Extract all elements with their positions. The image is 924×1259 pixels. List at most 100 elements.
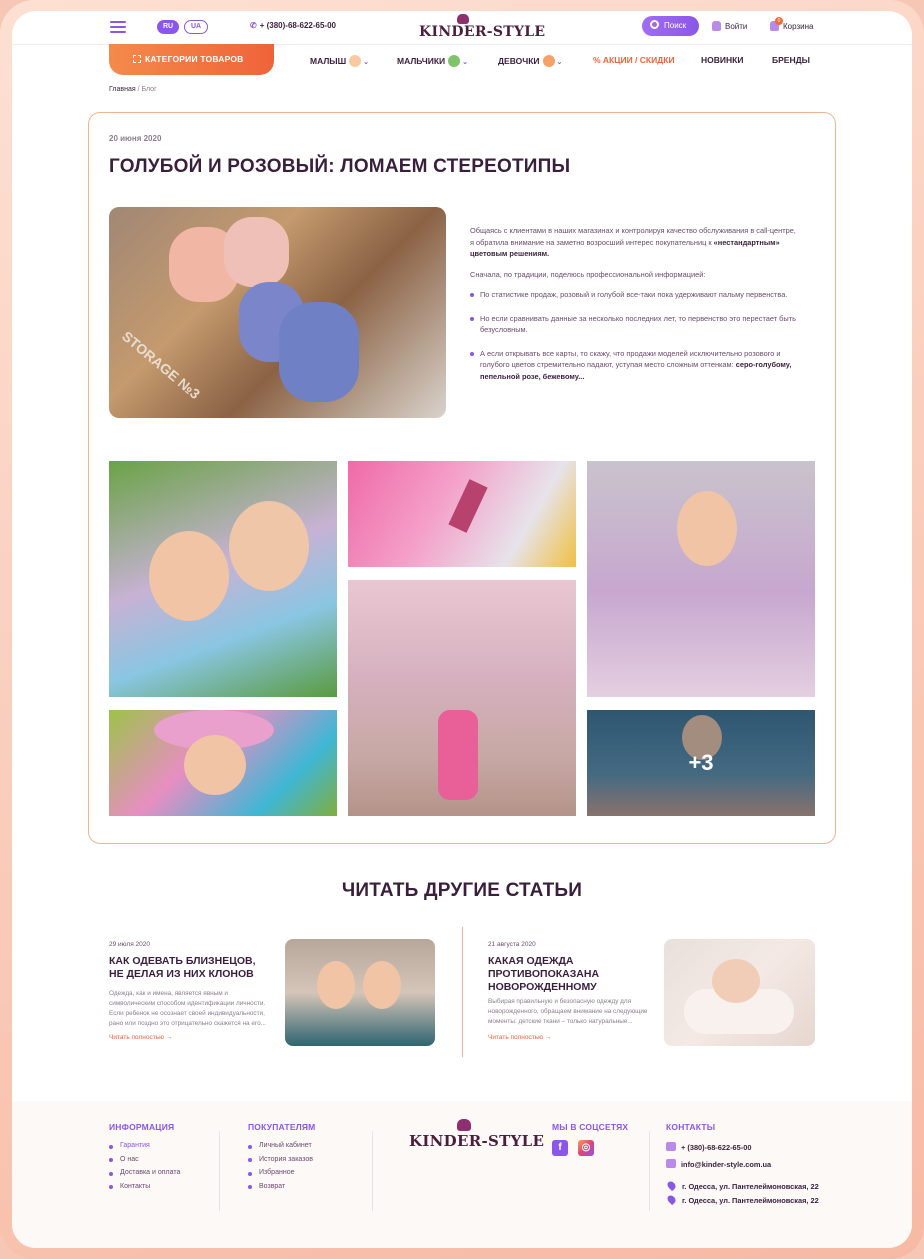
nav-label: ДЕВОЧКИ xyxy=(498,56,540,66)
gallery-photo-kids-lying[interactable] xyxy=(109,461,337,697)
page: RU UA ✆ + (380)-68-622-65-00 KINDER-STYLE… xyxy=(12,11,912,1248)
nav-item-baby[interactable]: МАЛЫШ ⌄ xyxy=(310,55,369,67)
nav-label: МАЛЫШ xyxy=(310,56,347,66)
search-icon xyxy=(650,20,659,29)
boy-face-icon xyxy=(448,55,461,67)
read-more-label: Читать полностью xyxy=(109,1034,164,1041)
chevron-down-icon: ⌄ xyxy=(556,59,563,66)
footer-contacts-title: КОНТАКТЫ xyxy=(666,1122,716,1132)
nav-item-new[interactable]: НОВИНКИ xyxy=(701,55,743,65)
footer-link-account[interactable]: Личный кабинет xyxy=(248,1142,313,1149)
search-label: Поиск xyxy=(664,21,687,30)
footer-address-1[interactable]: г. Одесса, ул. Пантелеймоновская, 22 xyxy=(665,1179,819,1192)
location-pin-icon xyxy=(665,1193,678,1206)
other-articles-title: ЧИТАТЬ ДРУГИЕ СТАТЬИ xyxy=(341,880,583,901)
footer-link-guarantee[interactable]: Гарантия xyxy=(109,1142,180,1149)
article-bullets: По статистике продаж, розовый и голубой … xyxy=(470,289,800,382)
other-article-1-read-link[interactable]: Читать полностью → xyxy=(109,1034,172,1041)
other-article-2-date: 21 августа 2020 xyxy=(488,941,536,948)
footer-divider xyxy=(219,1131,220,1211)
location-pin-icon xyxy=(665,1179,678,1192)
mail-icon xyxy=(666,1159,676,1168)
other-article-1-excerpt: Одежда, как и имена, является явным и си… xyxy=(109,990,266,1027)
article-hero-image: STORAGE №3 xyxy=(109,207,446,418)
breadcrumb-current: Блог xyxy=(141,86,157,93)
logo[interactable]: KINDER-STYLE xyxy=(417,14,545,42)
chevron-down-icon: ⌄ xyxy=(462,59,469,66)
cart-label: Корзина xyxy=(783,22,814,31)
arrow-right-icon: → xyxy=(544,1034,552,1041)
article-intro: Общаясь с клиентами в наших магазинах и … xyxy=(470,225,800,260)
logo-text: KINDER-STYLE xyxy=(419,24,546,40)
footer-address-2[interactable]: г. Одесса, ул. Пантелеймоновская, 22 xyxy=(665,1193,819,1206)
phone-icon xyxy=(666,1142,676,1151)
other-article-2-title[interactable]: КАКАЯ ОДЕЖДА ПРОТИВОПОКАЗАНА НОВОРОЖДЕНН… xyxy=(488,955,638,994)
footer-link-contacts[interactable]: Контакты xyxy=(109,1183,180,1190)
footer-social-title: МЫ В СОЦСЕТЯХ xyxy=(552,1122,629,1132)
articles-divider xyxy=(462,927,463,1057)
nav-label: МАЛЬЧИКИ xyxy=(397,56,446,66)
header-phone-text: + (380)-68-622-65-00 xyxy=(259,21,336,30)
footer-link-return[interactable]: Возврат xyxy=(248,1183,313,1190)
header-phone[interactable]: ✆ + (380)-68-622-65-00 xyxy=(250,21,336,30)
gallery-more-count[interactable]: +3 xyxy=(587,710,815,816)
chevron-down-icon: ⌄ xyxy=(363,59,370,66)
menu-icon[interactable] xyxy=(110,21,126,33)
gallery-photo-boy-sunglasses[interactable]: +3 xyxy=(587,710,815,816)
lang-ua-button[interactable]: UA xyxy=(184,20,208,34)
girl-face-icon xyxy=(542,55,555,67)
instagram-icon[interactable]: ◎ xyxy=(578,1140,594,1156)
footer-divider xyxy=(649,1131,650,1211)
lang-ru-button[interactable]: RU xyxy=(157,20,179,34)
nav-item-girls[interactable]: ДЕВОЧКИ ⌄ xyxy=(498,55,562,67)
gallery-photo-girl-swing[interactable] xyxy=(587,461,815,697)
footer-email[interactable]: info@kinder-style.com.ua xyxy=(666,1159,771,1169)
phone-icon: ✆ xyxy=(250,21,257,30)
search-button[interactable]: Поиск xyxy=(642,16,699,36)
other-article-2-read-link[interactable]: Читать полностью → xyxy=(488,1034,551,1041)
categories-button[interactable]: КАТЕГОРИИ ТОВАРОВ xyxy=(109,44,274,75)
footer-buyers-list: Личный кабинет История заказов Избранное… xyxy=(248,1142,313,1196)
logo-owl-icon xyxy=(457,1119,471,1131)
other-article-1-image[interactable] xyxy=(285,939,435,1046)
user-icon xyxy=(712,21,721,31)
article-intro-2: Сначала, по традиции, поделюсь профессио… xyxy=(470,269,706,279)
gallery-photo-girl-hat[interactable] xyxy=(109,710,337,816)
footer-info-title: ИНФОРМАЦИЯ xyxy=(109,1122,175,1132)
nav-item-brands[interactable]: БРЕНДЫ xyxy=(772,55,810,65)
arrow-right-icon: → xyxy=(165,1034,173,1041)
footer-link-delivery[interactable]: Доставка и оплата xyxy=(109,1169,180,1176)
footer-email-text: info@kinder-style.com.ua xyxy=(681,1160,772,1169)
categories-icon xyxy=(133,55,141,63)
facebook-icon[interactable]: f xyxy=(552,1140,568,1156)
footer-info-list: Гарантия О нас Доставка и оплата Контакт… xyxy=(109,1142,180,1196)
baby-face-icon xyxy=(349,55,362,67)
list-item: А если открывать все карты, то скажу, чт… xyxy=(470,348,800,383)
cart-count-badge: 0 xyxy=(775,17,783,25)
footer-address-text: г. Одесса, ул. Пантелеймоновская, 22 xyxy=(682,1182,819,1191)
article-date: 20 июня 2020 xyxy=(109,134,162,143)
footer-phone[interactable]: + (380)-68-622-65-00 xyxy=(666,1142,751,1152)
article-title: ГОЛУБОЙ И РОЗОВЫЙ: ЛОМАЕМ СТЕРЕОТИПЫ xyxy=(109,156,571,177)
breadcrumb-home[interactable]: Главная xyxy=(109,86,136,93)
footer-link-about[interactable]: О нас xyxy=(109,1156,180,1163)
footer-link-favorites[interactable]: Избранное xyxy=(248,1169,313,1176)
footer-address-text: г. Одесса, ул. Пантелеймоновская, 22 xyxy=(682,1196,819,1205)
footer-logo[interactable]: KINDER-STYLE xyxy=(407,1119,544,1155)
footer-phone-text: + (380)-68-622-65-00 xyxy=(681,1143,752,1152)
footer-link-orders[interactable]: История заказов xyxy=(248,1156,313,1163)
other-article-1-date: 29 июля 2020 xyxy=(109,941,150,948)
footer-divider xyxy=(372,1131,373,1211)
footer-buyers-title: ПОКУПАТЕЛЯМ xyxy=(248,1122,316,1132)
gallery-photo-painting[interactable] xyxy=(348,461,576,567)
nav-item-boys[interactable]: МАЛЬЧИКИ ⌄ xyxy=(397,55,468,67)
list-item: По статистике продаж, розовый и голубой … xyxy=(470,289,800,301)
other-article-2-image[interactable] xyxy=(664,939,815,1046)
read-more-label: Читать полностью xyxy=(488,1034,543,1041)
nav-item-sale[interactable]: % АКЦИИ / СКИДКИ xyxy=(593,55,675,65)
footer-logo-text: KINDER-STYLE xyxy=(409,1132,545,1150)
logo-owl-icon xyxy=(457,14,469,24)
gallery-photo-girl-blossom[interactable] xyxy=(348,580,576,816)
login-button[interactable]: Войти xyxy=(712,21,747,31)
other-article-1-title[interactable]: КАК ОДЕВАТЬ БЛИЗНЕЦОВ, НЕ ДЕЛАЯ ИЗ НИХ К… xyxy=(109,955,269,981)
